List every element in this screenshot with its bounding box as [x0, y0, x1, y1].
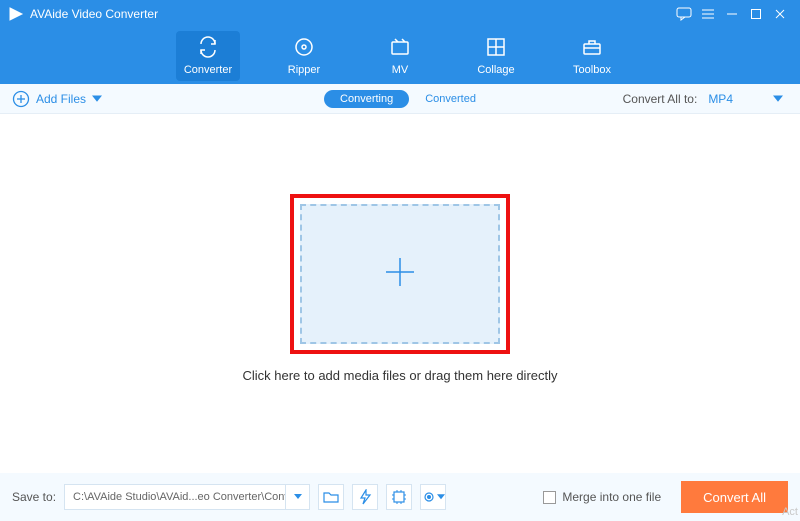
titlebar: AVAide Video Converter	[0, 0, 800, 28]
tab-label: MV	[392, 64, 409, 76]
tab-label: Toolbox	[573, 64, 611, 76]
main-nav: Converter Ripper MV Collage Toolbox	[0, 28, 800, 84]
feedback-icon[interactable]	[672, 4, 696, 24]
tab-label: Ripper	[288, 64, 320, 76]
add-files-button[interactable]: Add Files	[12, 90, 102, 108]
tab-mv[interactable]: MV	[368, 31, 432, 81]
converter-icon	[197, 36, 219, 61]
output-format-select[interactable]: MP4	[703, 89, 788, 109]
add-files-label: Add Files	[36, 92, 86, 106]
chevron-down-icon	[92, 92, 102, 106]
disc-icon	[293, 36, 315, 61]
convert-all-label: Convert All	[703, 490, 766, 505]
tab-converting[interactable]: Converting	[324, 90, 409, 108]
tab-converted[interactable]: Converted	[425, 93, 476, 105]
high-speed-button[interactable]	[352, 484, 378, 510]
dropzone-message: Click here to add media files or drag th…	[242, 368, 557, 383]
mv-icon	[389, 36, 411, 61]
plus-icon	[380, 252, 420, 297]
menu-icon[interactable]	[696, 4, 720, 24]
watermark-text: Act	[782, 506, 798, 518]
format-value: MP4	[708, 92, 733, 106]
maximize-icon[interactable]	[744, 4, 768, 24]
add-media-dropzone[interactable]	[300, 204, 500, 344]
close-icon[interactable]	[768, 4, 792, 24]
convert-all-to-group: Convert All to: MP4	[623, 89, 788, 109]
collage-icon	[485, 36, 507, 61]
tab-ripper[interactable]: Ripper	[272, 31, 336, 81]
gpu-accel-button[interactable]	[386, 484, 412, 510]
merge-checkbox[interactable]: Merge into one file	[543, 490, 661, 504]
app-title: AVAide Video Converter	[30, 7, 158, 21]
checkbox-icon	[543, 491, 556, 504]
tab-label: Collage	[477, 64, 514, 76]
toolbox-icon	[581, 36, 603, 61]
chevron-down-icon	[773, 95, 783, 103]
save-to-label: Save to:	[12, 490, 56, 504]
tab-converter[interactable]: Converter	[176, 31, 240, 81]
main-area: Click here to add media files or drag th…	[0, 114, 800, 473]
save-path-field: C:\AVAide Studio\AVAid...eo Converter\Co…	[64, 484, 310, 510]
dropzone-highlight	[290, 194, 510, 354]
merge-label: Merge into one file	[562, 490, 661, 504]
save-path-value: C:\AVAide Studio\AVAid...eo Converter\Co…	[65, 491, 285, 503]
sub-toolbar: Add Files Converting Converted Convert A…	[0, 84, 800, 114]
settings-button[interactable]	[420, 484, 446, 510]
tab-collage[interactable]: Collage	[464, 31, 528, 81]
app-logo-icon	[8, 6, 24, 22]
save-path-dropdown[interactable]	[285, 485, 309, 509]
minimize-icon[interactable]	[720, 4, 744, 24]
tab-toolbox[interactable]: Toolbox	[560, 31, 624, 81]
status-tabs: Converting Converted	[324, 90, 476, 108]
footer-bar: Save to: C:\AVAide Studio\AVAid...eo Con…	[0, 473, 800, 521]
convert-all-button[interactable]: Convert All	[681, 481, 788, 513]
convert-all-to-label: Convert All to:	[623, 92, 698, 106]
tab-label: Converter	[184, 64, 232, 76]
open-folder-button[interactable]	[318, 484, 344, 510]
